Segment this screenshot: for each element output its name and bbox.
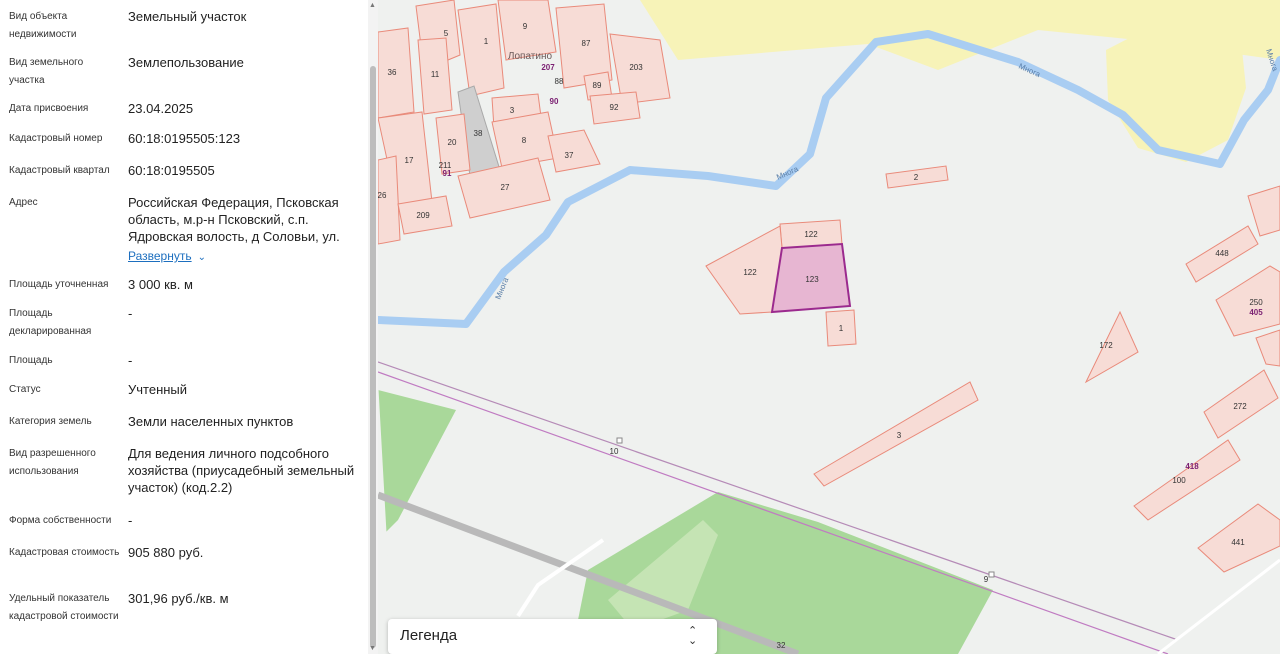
parcel-label: 26 [378, 191, 387, 200]
parcel-label: 2 [914, 173, 919, 182]
parcel-label: 3 [897, 431, 902, 440]
parcel-label: 209 [416, 211, 430, 220]
parcel-label: 203 [629, 63, 643, 72]
detail-value: - [128, 513, 133, 528]
minor-road-east [1157, 558, 1280, 654]
panel-scrollbar[interactable]: ▲ ▼ [368, 0, 378, 654]
detail-value: 905 880 руб. [128, 545, 204, 560]
parcel-label: 122 [743, 268, 757, 277]
parcel-label: 207 [541, 63, 555, 72]
detail-label: Категория земель [9, 416, 92, 427]
detail-value: Земельный участок [128, 9, 247, 24]
land-parcel[interactable] [547, 129, 601, 173]
detail-label: Дата присвоения [9, 103, 89, 114]
detail-label: Кадастровый квартал [9, 165, 110, 176]
detail-value[interactable]: 60:18:0195505 [128, 162, 364, 179]
legend-panel[interactable]: Легенда ⌃ ⌄ [388, 619, 717, 654]
scroll-down-arrow-icon[interactable]: ▼ [369, 645, 376, 652]
parcel-label: 17 [405, 156, 414, 165]
scrollbar-thumb[interactable] [370, 66, 376, 648]
detail-label: Площадь уточненная [9, 279, 109, 290]
scroll-up-arrow-icon[interactable]: ▲ [369, 2, 376, 9]
parcel-label: 10 [610, 447, 619, 456]
parcel-label: 37 [565, 151, 574, 160]
legend-title: Легенда [400, 627, 458, 644]
parcel-label: 448 [1215, 249, 1229, 258]
parcel-label: 11 [431, 70, 440, 79]
parcel-label: 87 [582, 39, 591, 48]
detail-value: - [128, 306, 133, 321]
parcel-label: 122 [804, 230, 818, 239]
boundary-marker [988, 571, 995, 578]
detail-value: Для ведения личного подсобного хозяйства… [128, 446, 355, 495]
parcel-label: 172 [1099, 341, 1113, 350]
detail-label: Форма собственности [9, 515, 112, 526]
parcel-label: 441 [1231, 538, 1245, 547]
detail-label: Площадь [9, 355, 53, 366]
detail-value: - [128, 353, 133, 368]
parcel-label: 100 [1172, 476, 1186, 485]
detail-value[interactable]: 60:18:0195505:123 [128, 130, 364, 147]
parcel-label: 88 [555, 77, 564, 86]
detail-value: Землепользование [128, 55, 244, 70]
parcel-label: 89 [593, 81, 602, 90]
detail-label: Вид земельного участка [9, 57, 84, 86]
parcel-label: 32 [777, 641, 786, 650]
detail-label: Вид разрешенного использования [9, 448, 96, 477]
land-parcel[interactable] [1255, 329, 1280, 367]
detail-value: Земли населенных пунктов [128, 414, 294, 429]
land-parcel[interactable] [1133, 439, 1241, 521]
parcel-label: 1 [839, 324, 844, 333]
parcel-label: 90 [550, 97, 559, 106]
parcel-label: 5 [444, 29, 449, 38]
land-parcel[interactable] [378, 155, 401, 245]
detail-label: Статус [9, 384, 41, 395]
legend-expand-icon[interactable]: ⌃ ⌄ [688, 626, 697, 647]
land-parcel[interactable] [1247, 185, 1280, 237]
detail-label: Вид объекта недвижимости [9, 11, 77, 40]
detail-value: Учтенный [128, 382, 188, 397]
address-expand-wrap: Развернуть ⌄ [128, 247, 364, 266]
place-label: Лопатино [508, 51, 553, 62]
parcel-label: 9 [523, 22, 528, 31]
cadastral-map[interactable]: Многа Многа Многа Многа 5 1 9 87 203 36 … [378, 0, 1280, 654]
land-parcel[interactable] [1215, 265, 1280, 337]
expand-label: Развернуть [128, 249, 192, 263]
land-parcel[interactable] [457, 3, 505, 97]
detail-value: 3 000 кв. м [128, 277, 193, 292]
parcel-label: 36 [388, 68, 397, 77]
parcel-label: 8 [522, 136, 527, 145]
parcel-label: 1 [484, 37, 489, 46]
detail-label: Адрес [9, 197, 38, 208]
detail-value: 23.04.2025 [128, 101, 194, 116]
detail-label: Кадастровый номер [9, 133, 103, 144]
parcel-label: 123 [805, 275, 819, 284]
parcel-label: 3 [510, 106, 515, 115]
parcel-label: 38 [474, 129, 483, 138]
detail-label: Площадь декларированная [9, 308, 92, 337]
parcel-label: 91 [443, 169, 452, 178]
parcel-label: 405 [1249, 308, 1263, 317]
parcel-label: 250 [1249, 298, 1263, 307]
parcel-label: 418 [1185, 462, 1199, 471]
detail-label: Удельный показатель кадастровой стоимост… [9, 593, 119, 622]
detail-value: Российская Федерация, Псковская область,… [128, 195, 340, 244]
parcel-label: 9 [984, 575, 989, 584]
object-details-panel: Вид объекта недвижимости Земельный участ… [0, 0, 368, 654]
expand-address-link[interactable]: Развернуть ⌄ [128, 249, 206, 263]
parcel-label: 20 [448, 138, 457, 147]
parcel-label: 272 [1233, 402, 1247, 411]
parcel-label: 92 [610, 103, 619, 112]
detail-label: Кадастровая стоимость [9, 547, 120, 558]
boundary-marker [616, 437, 623, 444]
detail-value: 301,96 руб./кв. м [128, 591, 229, 606]
chevron-down-icon: ⌄ [197, 252, 206, 263]
parcel-label: 27 [501, 183, 510, 192]
map-canvas[interactable]: Многа Многа Многа Многа 5 1 9 87 203 36 … [378, 0, 1280, 654]
